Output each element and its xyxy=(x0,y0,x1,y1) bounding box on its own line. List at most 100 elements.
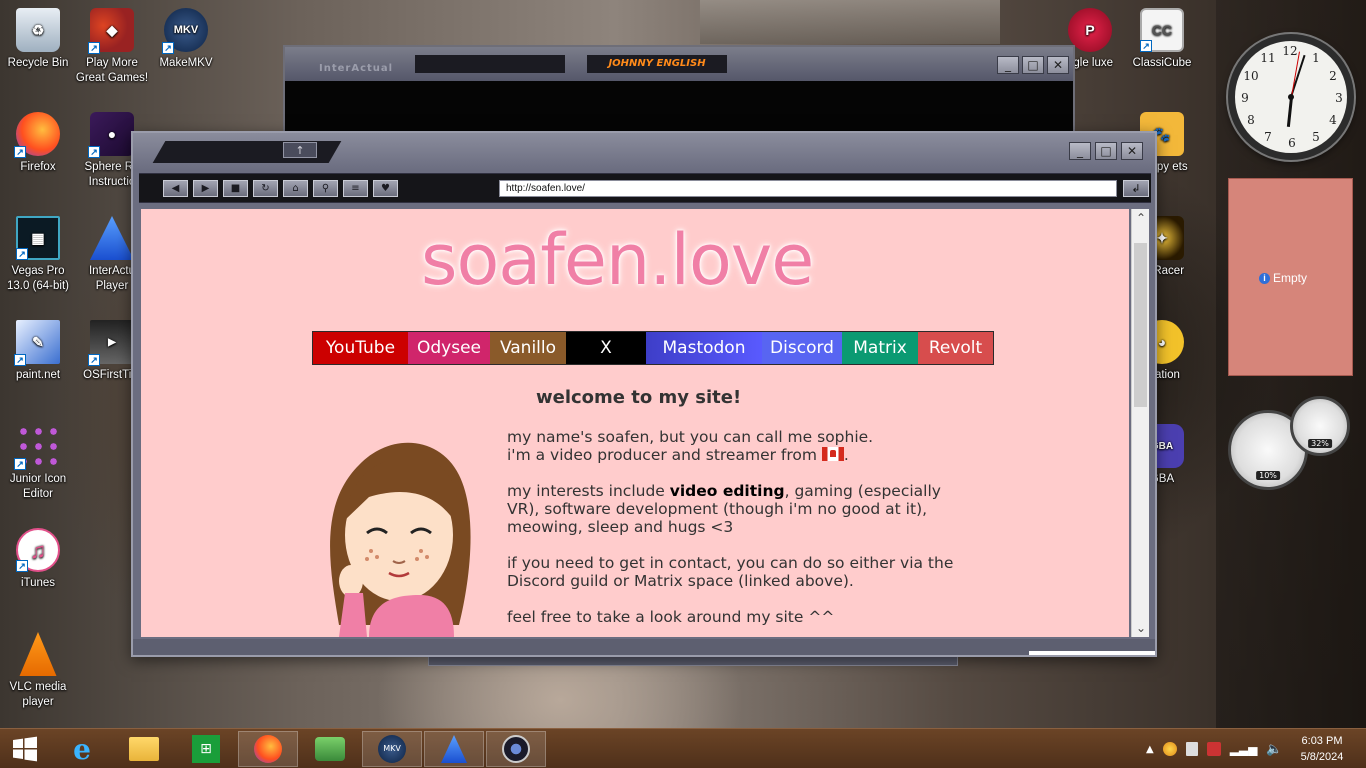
start-button[interactable] xyxy=(0,731,50,767)
forward-button[interactable]: ▶ xyxy=(193,180,218,197)
link-odysee[interactable]: Odysee xyxy=(408,332,490,364)
clock-number: 8 xyxy=(1247,113,1255,127)
action-center-icon[interactable] xyxy=(1185,742,1198,756)
taskbar-network-people[interactable] xyxy=(300,731,360,767)
desktop-icon-paintnet[interactable]: ↗ ✎ paint.net xyxy=(0,320,76,383)
classicube-icon: ↗ CC xyxy=(1140,8,1184,52)
paintnet-icon: ↗ ✎ xyxy=(14,320,60,366)
notes-gadget[interactable]: i Empty xyxy=(1228,178,1353,376)
tray-app-icon[interactable] xyxy=(1162,742,1177,756)
games-icon: ↗ ◆ xyxy=(88,8,134,54)
interactual-icon xyxy=(441,735,467,763)
desktop-icon-label: paint.net xyxy=(15,369,61,381)
address-bar[interactable]: http://soafen.love/ xyxy=(499,180,1117,197)
link-revolt[interactable]: Revolt xyxy=(918,332,993,364)
link-x[interactable]: X xyxy=(566,332,646,364)
johnny-english-logo: JOHNNY ENGLISH xyxy=(587,55,727,73)
desktop-icon-label: Play More Great Games! xyxy=(75,57,149,84)
minimize-button[interactable]: _ xyxy=(1069,142,1091,160)
avatar xyxy=(330,442,471,637)
scroll-down-arrow-icon[interactable]: ⌄ xyxy=(1132,619,1150,637)
desktop-icon-itunes[interactable]: ↗ ♫ iTunes xyxy=(0,528,76,591)
makemkv-icon: ↗ MKV xyxy=(162,8,208,54)
desktop-icon-vegas-pro[interactable]: ↗ ▦ Vegas Pro 13.0 (64-bit) xyxy=(0,216,76,294)
start-icon xyxy=(13,736,37,762)
interactual-minimize-button[interactable]: _ xyxy=(997,56,1019,74)
clock-gadget[interactable]: 12 1 2 3 4 5 6 7 8 9 10 11 xyxy=(1228,34,1354,160)
browser-status-strip xyxy=(133,639,1155,655)
clock-number: 2 xyxy=(1329,69,1337,83)
back-button[interactable]: ◀ xyxy=(163,180,188,197)
vegas-icon: ↗ ▦ xyxy=(16,216,60,260)
clock-hub xyxy=(1288,94,1294,100)
interactual-close-button[interactable]: ✕ xyxy=(1047,56,1069,74)
gadget-empty-label: Empty xyxy=(1273,271,1308,285)
stop-button[interactable]: ■ xyxy=(223,180,248,197)
desktop-icon-recycle-bin[interactable]: ♻ Recycle Bin xyxy=(0,8,76,71)
interactual-player-window[interactable]: InterActual JOHNNY ENGLISH _ □ ✕ xyxy=(283,45,1075,135)
interests-prefix: my interests include xyxy=(507,482,670,500)
link-mastodon[interactable]: Mastodon xyxy=(646,332,762,364)
desktop-icon-label: VLC media player xyxy=(9,681,67,708)
desktop-icon-classicube[interactable]: ↗ CC ClassiCube xyxy=(1124,8,1200,71)
firefox-icon xyxy=(254,735,282,763)
home-button[interactable]: ⌂ xyxy=(283,180,308,197)
network-signal-icon[interactable]: ▂▃▅ xyxy=(1230,742,1258,756)
desktop-icon-label: ClassiCube xyxy=(1132,57,1192,69)
taskbar-clock[interactable]: 6:03 PM 5/8/2024 xyxy=(1287,733,1357,765)
interactual-maximize-button[interactable]: □ xyxy=(1022,56,1044,74)
history-button[interactable]: ≡ xyxy=(343,180,368,197)
taskbar-interactual[interactable] xyxy=(424,731,484,767)
obs-icon xyxy=(502,735,530,763)
show-hidden-icons-icon[interactable]: ▲ xyxy=(1146,744,1154,755)
memory-meter-gadget[interactable]: 32% xyxy=(1290,396,1350,456)
taskbar-makemkv[interactable]: MKV xyxy=(362,731,422,767)
up-button[interactable]: ↑ xyxy=(283,142,317,158)
desktop-icon-junior-icon-editor[interactable]: ↗ Junior Icon Editor xyxy=(0,424,76,502)
volume-icon[interactable]: 🔈 xyxy=(1266,742,1282,757)
taskbar-internet-explorer[interactable]: e xyxy=(52,731,112,767)
favorites-button[interactable]: ♥ xyxy=(373,180,398,197)
link-youtube[interactable]: YouTube xyxy=(313,332,408,364)
memory-meter-value: 32% xyxy=(1308,439,1332,448)
desktop-icon-vlc[interactable]: VLC media player xyxy=(0,632,76,710)
search-button[interactable]: ⚲ xyxy=(313,180,338,197)
taskbar-store[interactable]: ⊞ xyxy=(176,731,236,767)
file-explorer-icon xyxy=(129,737,159,761)
desktop-icon-play-more-games[interactable]: ↗ ◆ Play More Great Games! xyxy=(74,8,150,86)
refresh-button[interactable]: ↻ xyxy=(253,180,278,197)
intro-end: . xyxy=(843,446,849,464)
close-button[interactable]: ✕ xyxy=(1121,142,1143,160)
junior-icon-editor-icon: ↗ xyxy=(14,424,60,470)
desktop-icon-firefox[interactable]: ↗ Firefox xyxy=(0,112,76,175)
desktop-icon-makemkv[interactable]: ↗ MKV MakeMKV xyxy=(148,8,224,71)
browser-window[interactable]: ↑ _ □ ✕ ◀ ▶ ■ ↻ ⌂ ⚲ ≡ ♥ http://soafen.lo… xyxy=(131,131,1157,657)
link-matrix[interactable]: Matrix xyxy=(842,332,918,364)
browser-title-bar: ↑ _ □ ✕ xyxy=(133,133,1155,171)
scroll-up-arrow-icon[interactable]: ⌃ xyxy=(1132,209,1150,227)
security-alert-icon[interactable] xyxy=(1206,742,1221,756)
intro-line-2: i'm a video producer and streamer from xyxy=(507,446,817,464)
osfirsttime-icon: ↗ ▶ xyxy=(88,320,134,366)
clock-hour-hand xyxy=(1286,96,1293,127)
desktop-icon-label: InterActu Player xyxy=(88,265,136,292)
clock-number: 4 xyxy=(1329,113,1337,127)
interactual-title-bar: InterActual JOHNNY ENGLISH _ □ ✕ xyxy=(285,47,1073,81)
desktop-icon-label: iTunes xyxy=(20,577,56,589)
link-vanillo[interactable]: Vanillo xyxy=(490,332,566,364)
taskbar-obs[interactable] xyxy=(486,731,546,767)
taskbar-firefox[interactable] xyxy=(238,731,298,767)
link-discord[interactable]: Discord xyxy=(762,332,842,364)
clock-number: 10 xyxy=(1243,69,1259,83)
taskbar: e ⊞ MKV ▲ ▂▃▅ 🔈 6:03 PM 5/8/2024 xyxy=(0,728,1366,768)
status-strip-highlight xyxy=(1029,651,1155,655)
taskbar-file-explorer[interactable] xyxy=(114,731,174,767)
scrollbar-thumb[interactable] xyxy=(1134,243,1147,407)
sphere-icon: ↗ ● xyxy=(88,112,134,158)
vertical-scrollbar[interactable]: ⌃ ⌄ xyxy=(1131,209,1149,637)
welcome-heading: welcome to my site! xyxy=(536,387,742,408)
internet-explorer-icon: e xyxy=(73,732,91,766)
maximize-button[interactable]: □ xyxy=(1095,142,1117,160)
desktop-icon-label: MakeMKV xyxy=(159,57,213,69)
go-button[interactable]: ↲ xyxy=(1123,180,1149,197)
